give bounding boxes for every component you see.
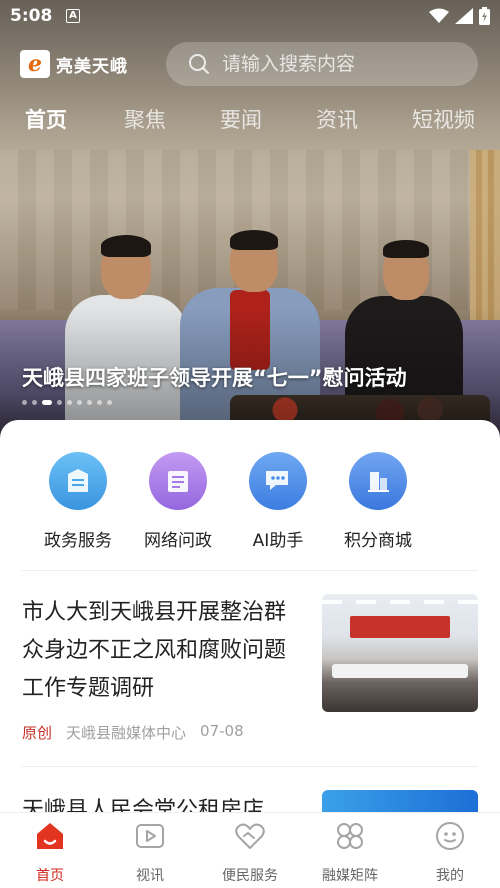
hero-title[interactable]: 天峨县四家班子领导开展“七一”慰问活动 [22,362,407,392]
points-mall-icon [349,452,407,510]
service-mall[interactable]: 积分商城 [328,452,428,551]
battery-icon [479,7,490,25]
heart-service-icon [233,819,267,853]
carousel-indicator [22,400,112,405]
profile-icon [433,819,467,853]
nav-video[interactable]: 视讯 [100,819,200,885]
service-inquiry[interactable]: 网络问政 [128,452,228,551]
news-date: 07-08 [200,722,244,740]
content-card: 政务服务 网络问政 AI助手 积分商城 市人大到天峨县开展整治群众身边不正之风和… [0,420,500,820]
bottom-navigation: 首页 视讯 便民服务 融媒矩阵 我的 [0,812,500,888]
service-label: 积分商城 [344,531,412,551]
search-bar[interactable] [166,42,478,86]
home-icon [33,819,67,853]
divider [22,766,478,767]
logo-mark-icon: e [20,50,50,78]
wifi-icon [429,8,449,23]
service-label: 政务服务 [44,531,112,551]
nav-label: 首页 [36,868,64,884]
status-bar: 5:08 A [0,0,500,34]
matrix-icon [333,819,367,853]
service-label: AI助手 [252,531,304,551]
carousel-dot [67,400,72,405]
logo-text: 亮美天峨 [56,56,128,77]
carousel-dot-active [42,400,52,405]
category-tabs: 首页 聚焦 要闻 资讯 短视频 [0,104,500,144]
nav-label: 我的 [436,868,464,884]
online-inquiry-icon [149,452,207,510]
nav-profile[interactable]: 我的 [400,819,500,885]
news-source: 天峨县融媒体中心 [66,724,187,742]
notification-badge-icon: A [66,9,80,23]
carousel-dot [57,400,62,405]
service-ai[interactable]: AI助手 [228,452,328,551]
search-icon [189,54,209,74]
carousel-dot [87,400,92,405]
nav-services[interactable]: 便民服务 [200,819,300,885]
search-input[interactable] [222,53,462,75]
nav-matrix[interactable]: 融媒矩阵 [300,819,400,885]
nav-label: 便民服务 [222,868,278,884]
gov-service-icon [49,452,107,510]
tab-headlines[interactable]: 要闻 [220,104,262,134]
original-tag: 原创 [22,724,53,742]
app-logo: e 亮美天峨 [20,49,128,79]
tab-news[interactable]: 资讯 [316,104,358,134]
carousel-dot [107,400,112,405]
nav-label: 融媒矩阵 [322,868,378,884]
carousel-dot [22,400,27,405]
tab-short-video[interactable]: 短视频 [412,104,475,134]
nav-home[interactable]: 首页 [0,819,100,885]
carousel-dot [97,400,102,405]
tab-home[interactable]: 首页 [25,104,67,134]
ai-assistant-icon [249,452,307,510]
carousel-dot [32,400,37,405]
carousel-dot [77,400,82,405]
video-icon [133,819,167,853]
tab-focus[interactable]: 聚焦 [124,104,166,134]
divider [22,570,478,571]
news-meta: 原创 天峨县融媒体中心 07-08 [22,722,244,743]
service-gov[interactable]: 政务服务 [28,452,128,551]
status-time: 5:08 [10,6,53,26]
signal-icon [455,8,473,24]
service-label: 网络问政 [144,531,212,551]
news-title[interactable]: 市人大到天峨县开展整治群众身边不正之风和腐败问题工作专题调研 [22,594,307,708]
news-thumbnail[interactable] [322,594,478,712]
service-grid: 政务服务 网络问政 AI助手 积分商城 [0,452,500,552]
nav-label: 视讯 [136,868,164,884]
